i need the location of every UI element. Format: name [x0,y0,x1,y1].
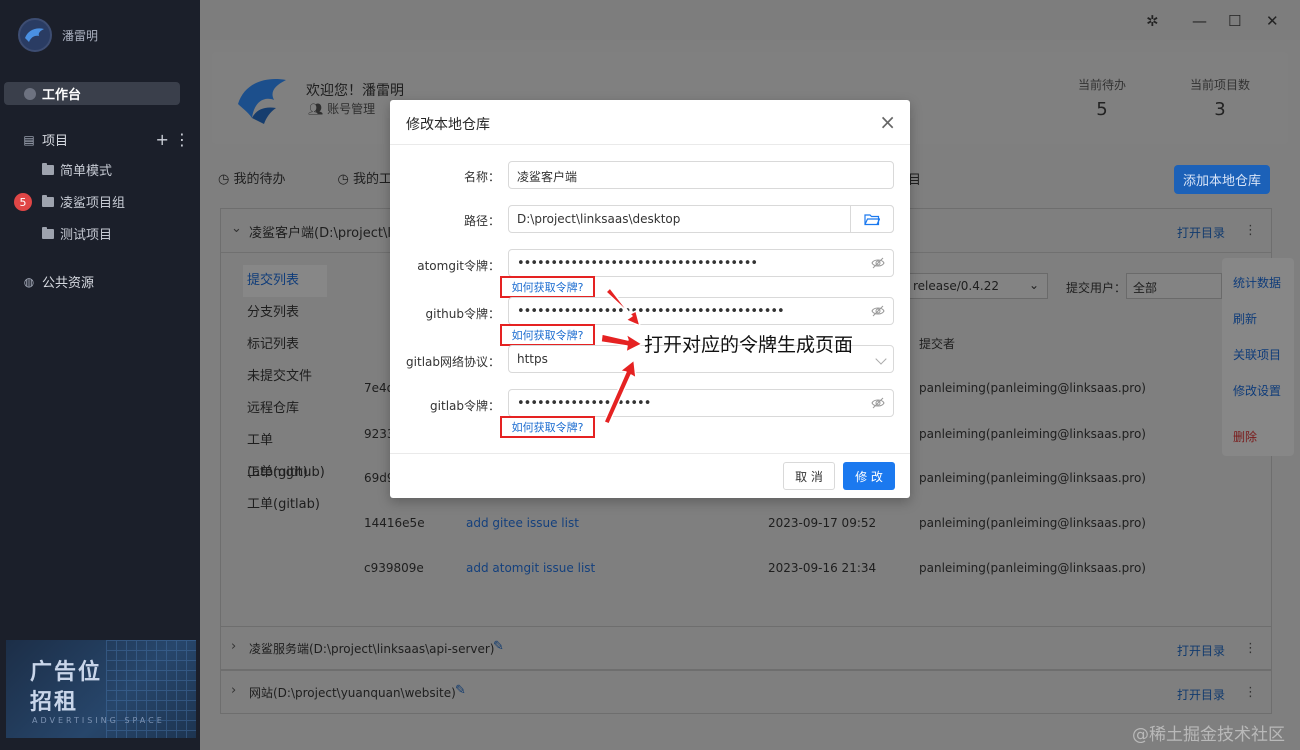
arrow-to-gitlab-icon [603,359,637,425]
watermark: @稀土掘金技术社区 [1132,725,1285,745]
annotation-text: 打开对应的令牌生成页面 [644,334,854,356]
annotation-arrows [600,287,643,425]
arrow-to-atomgit-icon [605,287,641,327]
arrow-to-github-icon [600,333,643,353]
